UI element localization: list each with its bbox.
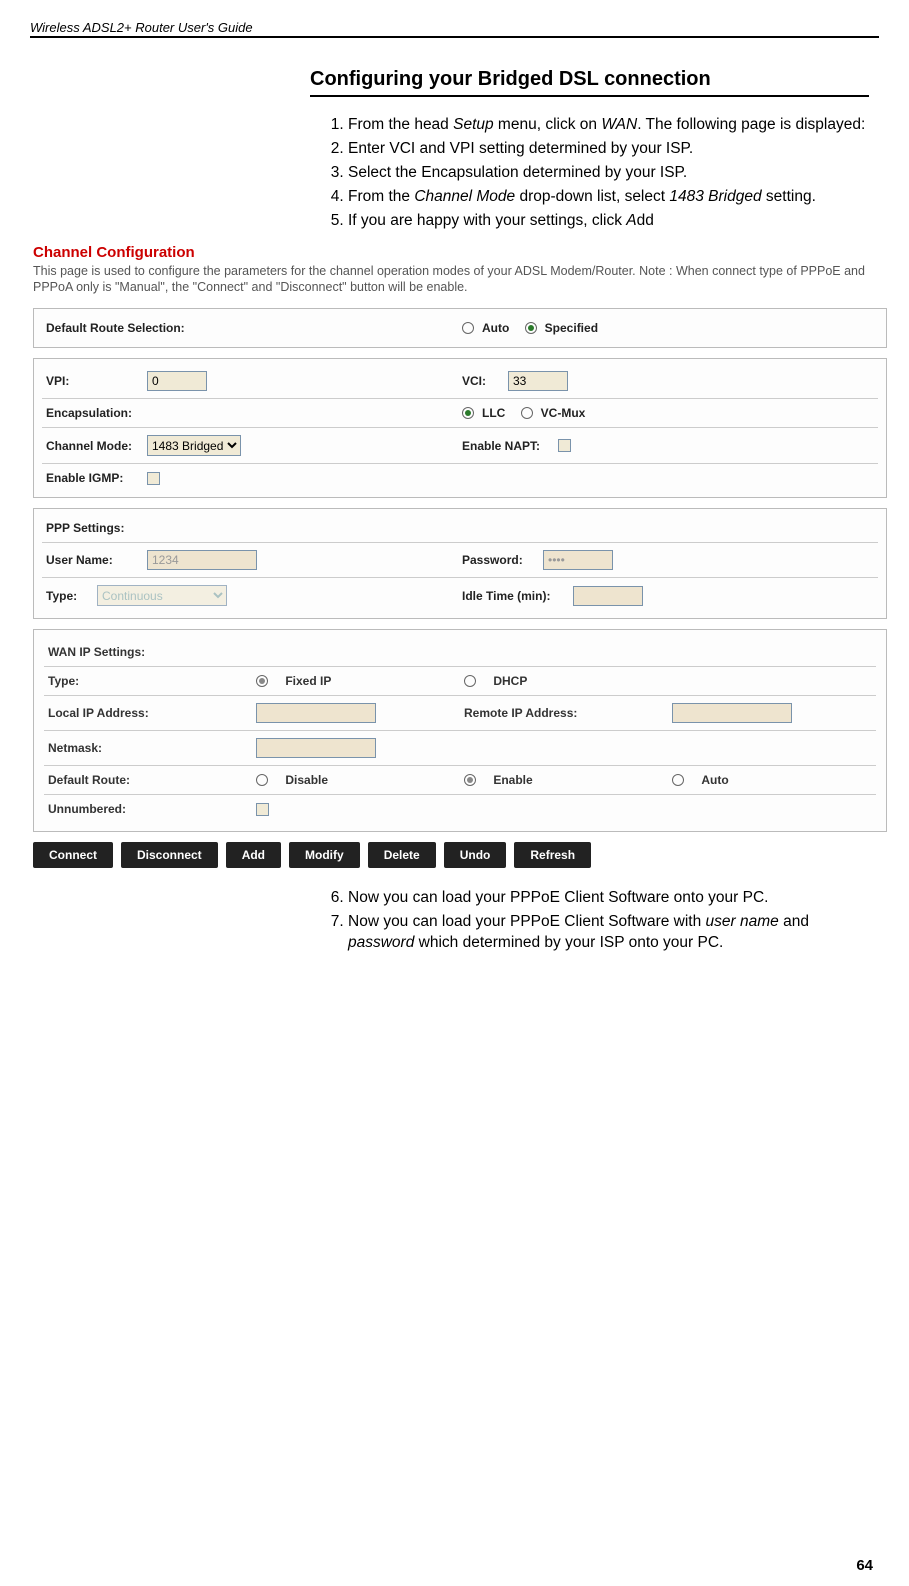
igmp-checkbox[interactable]	[147, 472, 160, 485]
netmask-input[interactable]	[256, 738, 376, 758]
ppp-label: PPP Settings:	[46, 521, 141, 535]
step-item: Enter VCI and VPI setting determined by …	[348, 139, 869, 160]
page-number: 64	[856, 1557, 873, 1574]
section-title: Configuring your Bridged DSL connection	[310, 68, 869, 97]
idle-input[interactable]	[573, 586, 643, 606]
connect-button[interactable]: Connect	[33, 842, 113, 868]
napt-label: Enable NAPT:	[462, 439, 552, 453]
specified-radio[interactable]	[525, 322, 537, 334]
modify-button[interactable]: Modify	[289, 842, 360, 868]
wan-label: WAN IP Settings:	[48, 645, 145, 659]
remoteip-input[interactable]	[672, 703, 792, 723]
localip-input[interactable]	[256, 703, 376, 723]
steps-bottom: Now you can load your PPPoE Client Softw…	[310, 888, 869, 954]
wan-panel: WAN IP Settings: Type: Fixed IP DHCP Loc…	[33, 629, 887, 832]
steps-top: From the head Setup menu, click on WAN. …	[310, 115, 869, 232]
dhcp-label: DHCP	[493, 674, 527, 688]
type-select[interactable]: Continuous	[97, 585, 227, 606]
step-item: From the head Setup menu, click on WAN. …	[348, 115, 869, 136]
user-input[interactable]	[147, 550, 257, 570]
specified-label: Specified	[545, 321, 598, 335]
igmp-label: Enable IGMP:	[46, 471, 141, 485]
vpi-label: VPI:	[46, 374, 141, 388]
mode-label: Channel Mode:	[46, 439, 141, 453]
vcmux-label: VC-Mux	[541, 406, 586, 420]
vci-label: VCI:	[462, 374, 502, 388]
channel-config-screenshot: Channel Configuration This page is used …	[25, 238, 895, 879]
llc-label: LLC	[482, 406, 505, 420]
add-button[interactable]: Add	[226, 842, 281, 868]
step-item: Select the Encapsulation determined by y…	[348, 163, 869, 184]
doc-header: Wireless ADSL2+ Router User's Guide	[30, 20, 879, 38]
idle-label: Idle Time (min):	[462, 589, 567, 603]
enable-label: Enable	[493, 773, 532, 787]
localip-label: Local IP Address:	[48, 706, 149, 720]
vpi-input[interactable]	[147, 371, 207, 391]
encap-label: Encapsulation:	[46, 406, 141, 420]
llc-radio[interactable]	[462, 407, 474, 419]
step-item: If you are happy with your settings, cli…	[348, 211, 869, 232]
auto2-label: Auto	[701, 773, 728, 787]
type-label: Type:	[46, 589, 91, 603]
disable-label: Disable	[285, 773, 328, 787]
cc-desc: This page is used to configure the param…	[33, 263, 887, 297]
disconnect-button[interactable]: Disconnect	[121, 842, 218, 868]
remoteip-label: Remote IP Address:	[464, 706, 577, 720]
auto-label: Auto	[482, 321, 509, 335]
wan-type-label: Type:	[48, 674, 79, 688]
vcmux-radio[interactable]	[521, 407, 533, 419]
mode-select[interactable]: 1483 Bridged	[147, 435, 241, 456]
auto-radio[interactable]	[462, 322, 474, 334]
enable-radio[interactable]	[464, 774, 476, 786]
unnum-checkbox[interactable]	[256, 803, 269, 816]
delete-button[interactable]: Delete	[368, 842, 436, 868]
ppp-panel: PPP Settings: User Name: Password: Type:…	[33, 508, 887, 619]
pass-label: Password:	[462, 553, 537, 567]
fixedip-label: Fixed IP	[285, 674, 331, 688]
netmask-label: Netmask:	[48, 741, 102, 755]
default-route-panel: Default Route Selection: Auto Specified	[33, 308, 887, 348]
vpi-panel: VPI: VCI: Encapsulation: LLC VC-Mux Chan…	[33, 358, 887, 498]
defroute-label: Default Route:	[48, 773, 130, 787]
fixedip-radio[interactable]	[256, 675, 268, 687]
undo-button[interactable]: Undo	[444, 842, 507, 868]
napt-checkbox[interactable]	[558, 439, 571, 452]
unnum-label: Unnumbered:	[48, 802, 126, 816]
step-item: From the Channel Mode drop-down list, se…	[348, 187, 869, 208]
auto2-radio[interactable]	[672, 774, 684, 786]
step-item: Now you can load your PPPoE Client Softw…	[348, 912, 869, 954]
user-label: User Name:	[46, 553, 141, 567]
cc-title: Channel Configuration	[33, 244, 887, 261]
vci-input[interactable]	[508, 371, 568, 391]
disable-radio[interactable]	[256, 774, 268, 786]
refresh-button[interactable]: Refresh	[514, 842, 591, 868]
pass-input[interactable]	[543, 550, 613, 570]
step-item: Now you can load your PPPoE Client Softw…	[348, 888, 869, 909]
default-route-label: Default Route Selection:	[46, 321, 185, 335]
button-bar: Connect Disconnect Add Modify Delete Undo Refr…	[33, 842, 887, 868]
dhcp-radio[interactable]	[464, 675, 476, 687]
